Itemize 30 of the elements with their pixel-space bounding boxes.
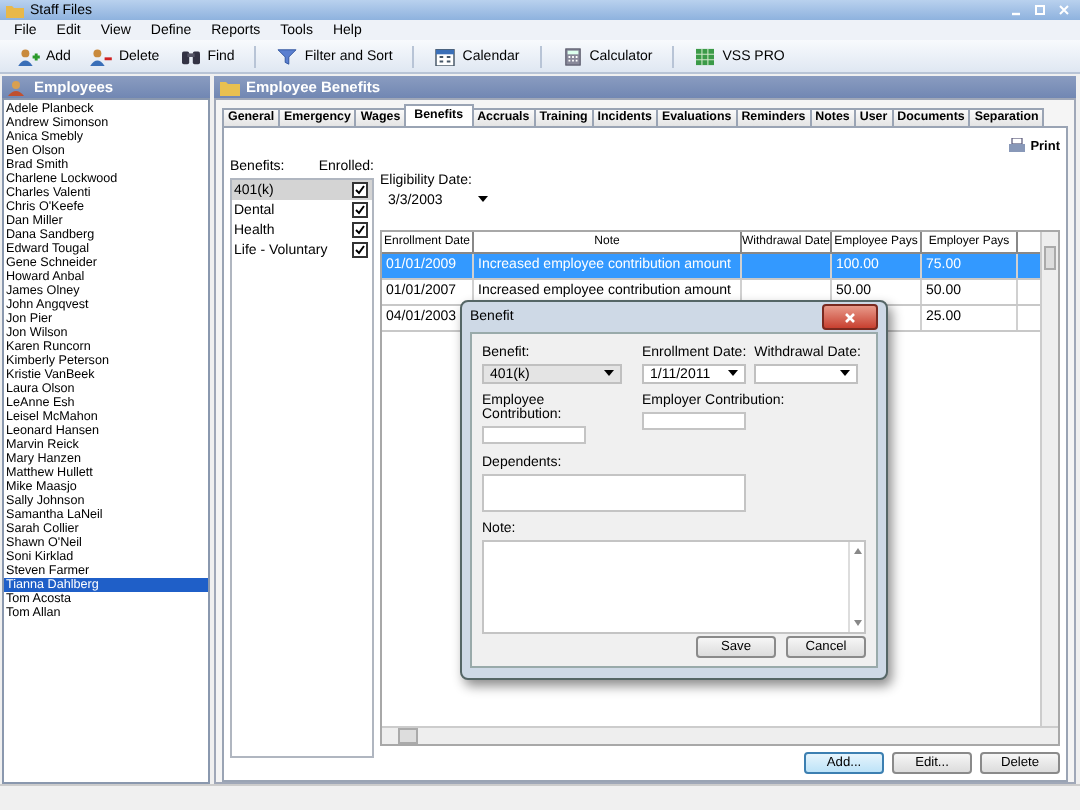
enrolled-checkbox[interactable] <box>352 222 368 238</box>
input-field[interactable] <box>642 412 746 430</box>
printer-icon <box>1008 138 1027 154</box>
calculator-icon <box>561 47 584 65</box>
input-field[interactable] <box>482 426 586 444</box>
scroll-up-icon <box>853 548 861 554</box>
delete-person-icon <box>90 47 113 65</box>
dropdown-arrow-icon <box>840 370 851 378</box>
close-button[interactable] <box>822 304 878 330</box>
close-icon <box>844 311 856 323</box>
binoculars-icon <box>179 47 202 65</box>
vertical-scrollbar[interactable] <box>1040 232 1058 726</box>
dropdown-arrow-icon <box>604 370 614 378</box>
enrolled-checkbox[interactable] <box>352 242 368 258</box>
scroll-down-icon <box>853 620 861 626</box>
enrolled-checkbox[interactable] <box>352 202 368 218</box>
maximize-icon[interactable] <box>1030 2 1050 18</box>
dropdown-arrow-icon <box>478 196 488 204</box>
withdrawal-date-picker[interactable] <box>754 364 859 384</box>
add-person-icon <box>18 47 40 65</box>
dropdown-arrow-icon <box>728 370 738 378</box>
people-icon <box>8 79 28 95</box>
enrolled-checkbox[interactable] <box>352 182 368 198</box>
grid-logo-icon <box>694 47 717 65</box>
dependents-field[interactable] <box>482 474 746 512</box>
horizontal-scrollbar[interactable] <box>382 726 1058 744</box>
note-field[interactable] <box>482 540 866 634</box>
calendar-icon <box>434 47 457 65</box>
close-icon[interactable] <box>1054 2 1074 18</box>
funnel-icon <box>276 47 299 65</box>
